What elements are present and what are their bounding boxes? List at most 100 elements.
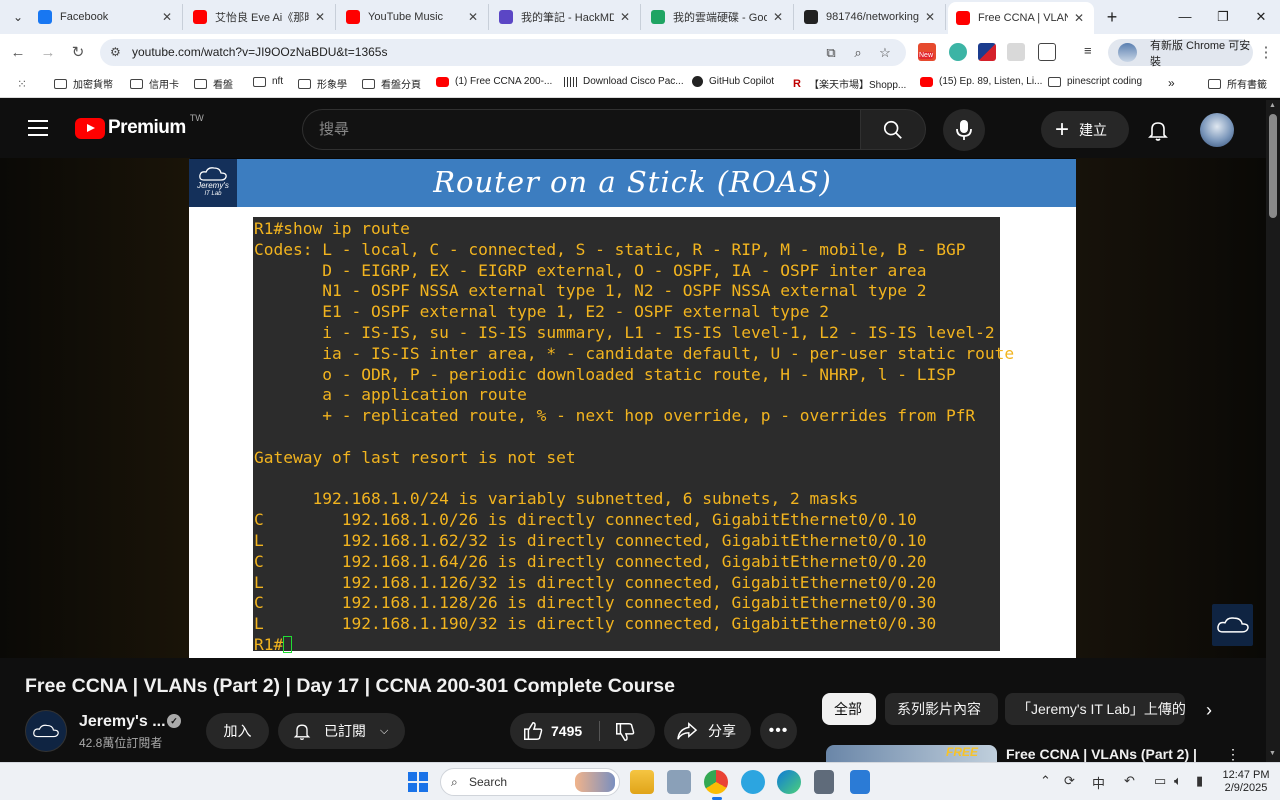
- bookmark-item[interactable]: (1) Free CCNA 200-...: [436, 76, 552, 87]
- profile-avatar[interactable]: [1118, 43, 1137, 62]
- bookmark-item[interactable]: (15) Ep. 89, Listen, Li...: [920, 76, 1042, 87]
- close-tab-icon[interactable]: ✕: [162, 10, 174, 24]
- tab[interactable]: 艾怡良 Eve Ai《那時 ✕: [185, 4, 336, 30]
- media-control-icon[interactable]: ≡: [1084, 43, 1102, 61]
- bookmark-item[interactable]: 所有書籤: [1208, 76, 1267, 91]
- subscribed-button[interactable]: 已訂閱 ⌵: [278, 713, 405, 749]
- tab[interactable]: 981746/networking- ✕: [796, 4, 946, 30]
- omnibox[interactable]: ⚙ youtube.com/watch?v=JI9OOzNaBDU&t=1365…: [100, 39, 906, 66]
- ime-indicator[interactable]: 中: [1092, 773, 1105, 792]
- telegram-icon[interactable]: [741, 770, 765, 794]
- tab[interactable]: YouTube Music ✕: [338, 4, 489, 30]
- channel-avatar[interactable]: [25, 710, 67, 752]
- dislike-button[interactable]: [614, 721, 636, 746]
- clock[interactable]: 12:47 PM 2/9/2025: [1216, 769, 1276, 795]
- extension-icon[interactable]: [1007, 43, 1025, 61]
- bookmark-item[interactable]: 看盤分頁: [362, 76, 421, 91]
- search-input[interactable]: [319, 121, 819, 138]
- chevron-right-icon[interactable]: ›: [1206, 700, 1212, 721]
- forward-icon[interactable]: →: [36, 40, 60, 64]
- minimize-button[interactable]: —: [1170, 6, 1200, 28]
- network-icon[interactable]: ▭: [1154, 773, 1166, 789]
- search-box[interactable]: [302, 109, 860, 150]
- undo-icon[interactable]: ↶: [1124, 773, 1135, 789]
- tab[interactable]: Free CCNA | VLAN ✕: [948, 2, 1094, 34]
- filter-chip[interactable]: 全部: [822, 693, 876, 725]
- video-player[interactable]: Router on a Stick (ROAS) Jeremy's IT Lab…: [0, 158, 1266, 658]
- youtube-logo[interactable]: Premium TW: [75, 113, 204, 139]
- maximize-button[interactable]: ❐: [1208, 6, 1238, 28]
- chrome-menu-icon[interactable]: ⋮: [1254, 40, 1278, 64]
- calculator-icon[interactable]: [814, 770, 834, 794]
- extension-new-icon[interactable]: New: [918, 43, 936, 61]
- notifications-icon[interactable]: [1146, 118, 1170, 142]
- logo-line-1: Jeremy's: [197, 181, 229, 190]
- channel-watermark[interactable]: [1212, 604, 1253, 646]
- tab[interactable]: Facebook ✕: [30, 4, 183, 30]
- chevron-up-icon[interactable]: ⌃: [1040, 773, 1051, 789]
- cast-icon[interactable]: ⧉: [822, 44, 840, 62]
- extension-icon[interactable]: [949, 43, 967, 61]
- create-button[interactable]: + 建立: [1041, 111, 1129, 148]
- bookmark-item[interactable]: 信用卡: [130, 76, 179, 91]
- more-actions-button[interactable]: •••: [760, 713, 797, 749]
- account-avatar[interactable]: [1200, 113, 1234, 147]
- bookmark-item[interactable]: nft: [253, 76, 283, 87]
- share-button[interactable]: 分享: [664, 713, 751, 749]
- close-tab-icon[interactable]: ✕: [925, 10, 937, 24]
- recommended-thumbnail[interactable]: FREE: [826, 745, 997, 762]
- chrome-icon[interactable]: [704, 770, 728, 794]
- bookmark-item[interactable]: R 【楽天市場】Shopp...: [793, 76, 906, 92]
- recommended-title[interactable]: Free CCNA | VLANs (Part 2) |: [1006, 746, 1196, 762]
- close-tab-icon[interactable]: ✕: [1074, 11, 1086, 25]
- apps-grid-icon[interactable]: ⁙: [10, 72, 34, 96]
- close-tab-icon[interactable]: ✕: [315, 10, 327, 24]
- scrollbar-thumb[interactable]: [1269, 114, 1277, 218]
- voice-search-button[interactable]: [943, 109, 985, 151]
- filter-chip[interactable]: 「Jeremy's IT Lab」上傳的: [1005, 693, 1185, 725]
- like-button[interactable]: [522, 720, 544, 745]
- join-button[interactable]: 加入: [206, 713, 269, 749]
- page-scrollbar[interactable]: ▲ ▼: [1266, 100, 1280, 762]
- app-icon[interactable]: [667, 770, 691, 794]
- tab-search-icon[interactable]: ⌄: [6, 6, 30, 28]
- chrome-update-button[interactable]: 有新版 Chrome 可安裝: [1108, 39, 1253, 68]
- close-tab-icon[interactable]: ✕: [773, 10, 785, 24]
- close-window-button[interactable]: ✕: [1246, 6, 1276, 28]
- notepad-icon[interactable]: [850, 770, 870, 794]
- menu-icon[interactable]: [28, 120, 48, 136]
- close-tab-icon[interactable]: ✕: [468, 10, 480, 24]
- close-tab-icon[interactable]: ✕: [620, 10, 632, 24]
- bookmark-item[interactable]: Download Cisco Pac...: [564, 76, 684, 87]
- taskbar-search[interactable]: ⌕ Search: [440, 768, 620, 796]
- zoom-icon[interactable]: ⌕: [849, 44, 867, 62]
- file-explorer-icon[interactable]: [630, 770, 654, 794]
- recommended-more-icon[interactable]: ⋮: [1226, 746, 1240, 763]
- search-button[interactable]: [860, 109, 926, 150]
- scroll-up-icon[interactable]: ▲: [1269, 102, 1276, 109]
- bookmark-item[interactable]: pinescript coding: [1048, 76, 1142, 87]
- bookmark-item[interactable]: GitHub Copilot: [692, 76, 774, 87]
- edge-icon[interactable]: [777, 770, 801, 794]
- sync-icon[interactable]: ⟳: [1064, 773, 1075, 789]
- volume-icon[interactable]: 🔈︎: [1174, 773, 1182, 789]
- url-text[interactable]: youtube.com/watch?v=JI9OOzNaBDU&t=1365s: [132, 45, 387, 59]
- tab[interactable]: 我的筆記 - HackMD ✕: [491, 4, 641, 30]
- reload-icon[interactable]: ↻: [66, 40, 90, 64]
- extensions-puzzle-icon[interactable]: [1038, 43, 1056, 61]
- battery-icon[interactable]: ▮: [1196, 773, 1203, 789]
- bookmark-star-icon[interactable]: ☆: [876, 44, 894, 62]
- new-tab-button[interactable]: +: [1097, 6, 1127, 28]
- more-bookmarks-icon[interactable]: »: [1168, 76, 1175, 90]
- scroll-down-icon[interactable]: ▼: [1269, 750, 1276, 757]
- bookmark-item[interactable]: 看盤: [194, 76, 233, 91]
- windows-start-icon[interactable]: [408, 772, 428, 792]
- tab[interactable]: 我的雲端硬碟 - Goog ✕: [643, 4, 794, 30]
- site-info-icon[interactable]: ⚙: [110, 45, 121, 59]
- filter-chip[interactable]: 系列影片內容: [885, 693, 998, 725]
- extension-icon[interactable]: [978, 43, 996, 61]
- bookmark-item[interactable]: 加密貨幣: [54, 76, 113, 91]
- back-icon[interactable]: ←: [6, 40, 30, 64]
- channel-name[interactable]: Jeremy's ...: [79, 713, 166, 731]
- bookmark-item[interactable]: 形象學: [298, 76, 347, 91]
